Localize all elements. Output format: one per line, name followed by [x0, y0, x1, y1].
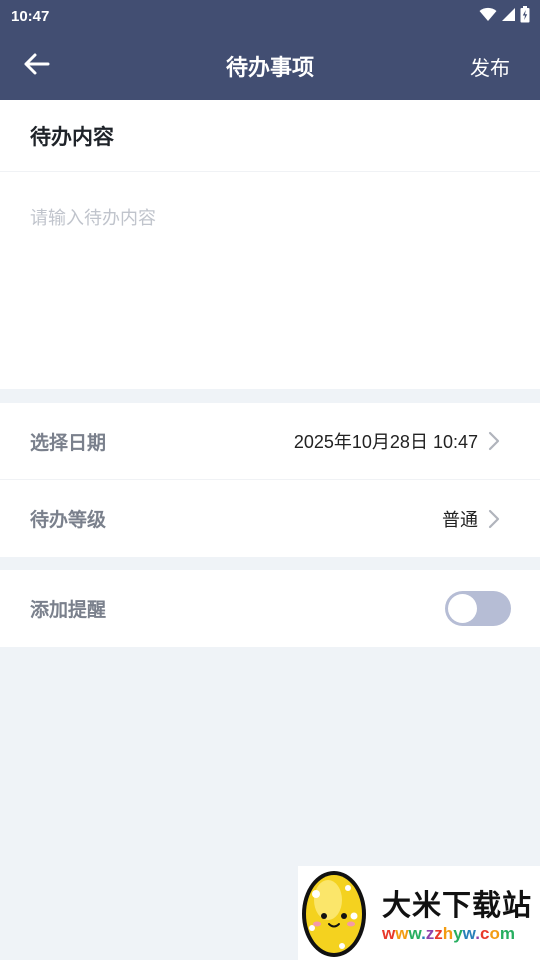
watermark: 大米下载站 www.zzhyw.com — [298, 866, 540, 960]
add-reminder-label: 添加提醒 — [30, 599, 107, 621]
chevron-right-icon — [488, 431, 500, 451]
egg-mascot-logo — [298, 866, 374, 960]
back-button[interactable] — [22, 46, 70, 86]
todo-content-header: 待办内容 — [0, 100, 540, 172]
todo-level-value: 普通 — [442, 509, 478, 531]
todo-content-section: 待办内容 — [0, 100, 540, 389]
select-date-row[interactable]: 选择日期 2025年10月28日 10:47 — [0, 403, 540, 480]
reminder-toggle[interactable] — [445, 591, 511, 626]
status-time: 10:47 — [11, 7, 50, 25]
todo-settings-group: 选择日期 2025年10月28日 10:47 待办等级 普通 — [0, 403, 540, 557]
toggle-knob — [448, 594, 477, 623]
todo-level-label: 待办等级 — [30, 509, 107, 531]
status-icons — [479, 5, 530, 27]
reminder-group: 添加提醒 — [0, 570, 540, 647]
chevron-right-icon — [488, 509, 500, 529]
select-date-value: 2025年10月28日 10:47 — [293, 432, 478, 452]
watermark-url: www.zzhyw.com — [382, 924, 515, 943]
select-date-label: 选择日期 — [30, 431, 107, 454]
todo-content-input[interactable] — [0, 172, 540, 388]
publish-button[interactable]: 发布 — [470, 32, 510, 100]
battery-icon — [520, 5, 530, 27]
arrow-left-icon — [22, 52, 50, 80]
app-bar: 待办事项 发布 — [0, 32, 540, 100]
signal-icon — [501, 7, 516, 26]
add-reminder-row: 添加提醒 — [0, 570, 540, 647]
watermark-title: 大米下载站 — [382, 888, 533, 922]
status-bar: 10:47 — [0, 0, 540, 32]
wifi-icon — [479, 7, 497, 26]
page-title: 待办事项 — [225, 56, 314, 81]
todo-level-row[interactable]: 待办等级 普通 — [0, 480, 540, 557]
